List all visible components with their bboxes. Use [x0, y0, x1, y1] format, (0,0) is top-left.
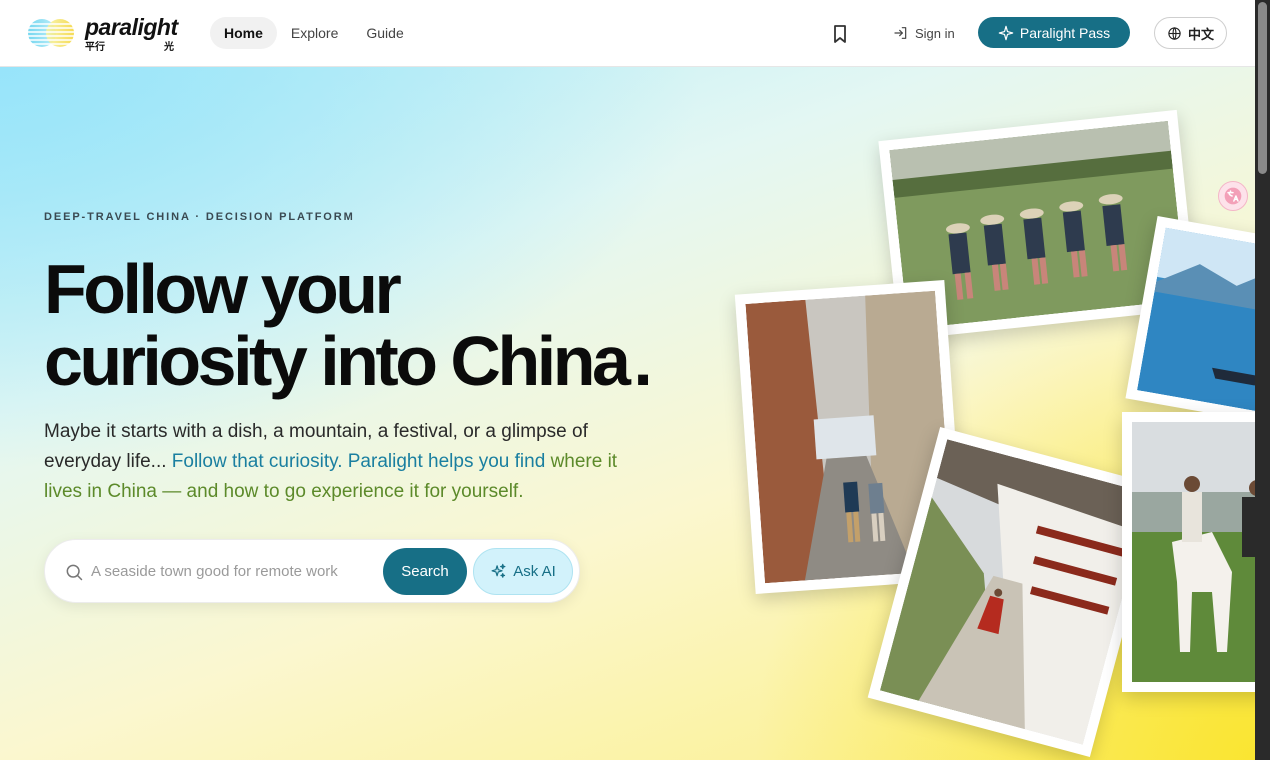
page-scrollbar[interactable]	[1255, 0, 1270, 760]
top-navbar: paralight 平行 光 Home Explore Guide Sign i…	[0, 0, 1255, 67]
main-nav: Home Explore Guide	[210, 17, 418, 49]
photo-grassland-riders[interactable]	[1122, 412, 1255, 692]
hero-intro: Maybe it starts with a dish, a mountain,…	[44, 417, 644, 507]
translate-floating-button[interactable]	[1218, 181, 1248, 211]
hero-section: DEEP-TRAVEL CHINA · DECISION PLATFORM Fo…	[0, 67, 1255, 760]
search-button[interactable]: Search	[383, 548, 467, 595]
paralight-logo[interactable]: paralight 平行 光	[27, 14, 178, 53]
ask-ai-label: Ask AI	[513, 563, 556, 580]
grassland-image	[1132, 422, 1255, 682]
pass-label: Paralight Pass	[1019, 24, 1111, 41]
language-switch-button[interactable]: 中文	[1154, 17, 1227, 49]
nav-explore[interactable]: Explore	[277, 17, 352, 49]
sign-in-label: Sign in	[915, 25, 955, 41]
logo-wordmark: paralight	[85, 14, 178, 40]
logo-cn-left: 平行	[85, 42, 105, 53]
nav-home[interactable]: Home	[210, 17, 277, 49]
hero-eyebrow: DEEP-TRAVEL CHINA · DECISION PLATFORM	[44, 211, 355, 223]
translate-icon	[1224, 187, 1242, 205]
search-bar: Search Ask AI	[44, 539, 580, 603]
logo-mark-icon	[27, 19, 77, 47]
ask-ai-button[interactable]: Ask AI	[473, 548, 573, 595]
headline-line-2: curiosity into China	[44, 322, 631, 400]
lake-image	[1137, 227, 1255, 422]
search-input[interactable]	[91, 558, 371, 584]
globe-icon	[1168, 26, 1181, 40]
headline-line-1: Follow your	[44, 250, 402, 328]
hero-headline: Follow your curiosity into China.	[44, 253, 724, 397]
intro-highlight-1: Follow that curiosity. Paralight helps y…	[171, 451, 546, 472]
language-label: 中文	[1187, 26, 1214, 42]
bookmark-icon[interactable]	[828, 22, 852, 46]
paralight-pass-button[interactable]: Paralight Pass	[978, 17, 1130, 48]
headline-dot: .	[633, 322, 652, 400]
sign-in-icon	[894, 27, 907, 39]
sparkle-icon	[998, 25, 1014, 40]
scrollbar-thumb[interactable]	[1258, 2, 1267, 174]
logo-cn-right: 光	[164, 42, 174, 53]
nav-guide[interactable]: Guide	[352, 17, 417, 49]
search-icon	[66, 564, 83, 581]
ai-sparkles-icon	[491, 563, 506, 578]
sign-in-link[interactable]: Sign in	[893, 20, 955, 46]
